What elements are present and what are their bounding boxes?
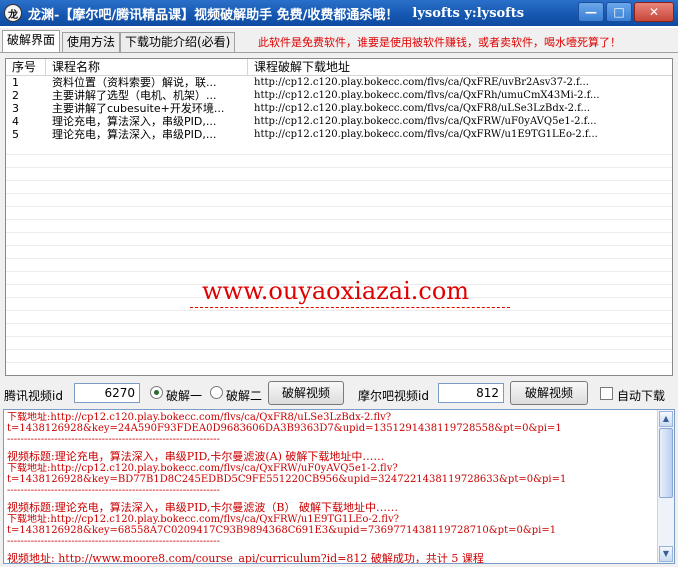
- table-grid: [6, 142, 672, 375]
- log-line: 视频标题:理论充电，算法深入，串级PID,卡尔曼滤波（B） 破解下载地址中……: [7, 502, 398, 514]
- log-line: t=1438126928&key=68558A7C0209417C93B9894…: [7, 525, 557, 536]
- moore-id-label: 摩尔吧视频id: [358, 389, 429, 403]
- tab-usage[interactable]: 使用方法: [62, 32, 121, 52]
- row-download-url: http://cp12.c120.play.bokecc.com/flvs/ca…: [254, 77, 589, 88]
- free-software-notice: 此软件是免费软件，谁要是使用被软件赚钱，或者卖软件，喝水噎死算了！: [258, 36, 621, 49]
- tab-crack[interactable]: 破解界面: [2, 30, 61, 52]
- log-output[interactable]: 下载地址:http://cp12.c120.play.bokecc.com/fl…: [3, 409, 675, 564]
- controls-row: 腾讯视频id 6270 破解一 破解二 破解视频 摩尔吧视频id 812 破解视…: [0, 379, 678, 407]
- log-line: t=1438126928&key=BD77B1D8C245EDBD5C9FE55…: [7, 474, 567, 485]
- maximize-button[interactable]: □: [606, 2, 632, 22]
- close-button[interactable]: ✕: [634, 2, 674, 22]
- log-line: 下载地址:http://cp12.c120.play.bokecc.com/fl…: [7, 514, 399, 525]
- row-course-name: 主要讲解了选型（电机、机架）...: [52, 89, 217, 102]
- row-index: 2: [12, 89, 19, 102]
- log-line: 下载地址:http://cp12.c120.play.bokecc.com/fl…: [7, 412, 392, 423]
- chevron-down-icon[interactable]: ▼: [659, 546, 673, 562]
- tencent-id-label: 腾讯视频id: [4, 389, 63, 403]
- row-index: 4: [12, 115, 19, 128]
- crack-tencent-button[interactable]: 破解视频: [268, 381, 344, 405]
- log-line: 下载地址:http://cp12.c120.play.bokecc.com/fl…: [7, 463, 398, 474]
- table-header: 序号 课程名称 课程破解下载地址: [6, 59, 672, 76]
- log-separator: ----------------------------------------…: [7, 434, 220, 445]
- crack-mode-1-radio[interactable]: [150, 386, 163, 399]
- log-text: 下载地址:http://cp12.c120.play.bokecc.com/fl…: [7, 412, 657, 564]
- auto-download-checkbox[interactable]: [600, 387, 613, 400]
- auto-download-label[interactable]: 自动下载: [617, 387, 665, 404]
- table-row[interactable]: 5 理论充电，算法深入，串级PID,... http://cp12.c120.p…: [6, 128, 672, 141]
- watermark-underline: [190, 307, 510, 308]
- row-index: 3: [12, 102, 19, 115]
- row-course-name: 理论充电，算法深入，串级PID,...: [52, 115, 217, 128]
- row-download-url: http://cp12.c120.play.bokecc.com/flvs/ca…: [254, 90, 600, 101]
- column-header-index[interactable]: 序号: [6, 59, 46, 75]
- log-line: 视频标题:理论充电，算法深入，串级PID,卡尔曼滤波(A) 破解下载地址中……: [7, 451, 385, 463]
- row-index: 5: [12, 128, 19, 141]
- row-download-url: http://cp12.c120.play.bokecc.com/flvs/ca…: [254, 103, 590, 114]
- row-course-name: 资料位置（资料索要）解说，联...: [52, 76, 217, 89]
- chevron-up-icon[interactable]: ▲: [659, 411, 673, 427]
- table-row[interactable]: 2 主要讲解了选型（电机、机架）... http://cp12.c120.pla…: [6, 89, 672, 102]
- crack-panel: 序号 课程名称 课程破解下载地址 1 资料位置（资料索要）解说，联... htt…: [0, 52, 678, 567]
- window-title-author: lysofts y:lysofts: [412, 5, 525, 21]
- log-line: t=1438126928&key=24A590F93FDEA0D9683606D…: [7, 423, 562, 434]
- row-course-name: 主要讲解了cubesuite+开发环境...: [52, 102, 225, 115]
- row-index: 1: [12, 76, 19, 89]
- log-separator: ----------------------------------------…: [7, 485, 220, 496]
- log-line: 视频地址: http://www.moore8.com/course_api/c…: [7, 553, 484, 564]
- minimize-button[interactable]: —: [578, 2, 604, 22]
- table-row[interactable]: 1 资料位置（资料索要）解说，联... http://cp12.c120.pla…: [6, 76, 672, 89]
- table-row[interactable]: 4 理论充电，算法深入，串级PID,... http://cp12.c120.p…: [6, 115, 672, 128]
- crack-mode-2-label[interactable]: 破解二: [226, 387, 262, 404]
- log-scrollbar[interactable]: ▲ ▼: [657, 410, 674, 563]
- tencent-id-input[interactable]: 6270: [74, 383, 140, 403]
- log-separator: ----------------------------------------…: [7, 536, 220, 547]
- watermark-text: www.ouyaoxiazai.com: [202, 277, 470, 305]
- row-course-name: 理论充电，算法深入，串级PID,...: [52, 128, 217, 141]
- crack-mode-1-label[interactable]: 破解一: [166, 387, 202, 404]
- row-download-url: http://cp12.c120.play.bokecc.com/flvs/ca…: [254, 129, 598, 140]
- course-table: 序号 课程名称 课程破解下载地址 1 资料位置（资料索要）解说，联... htt…: [5, 58, 673, 376]
- title-bar: 龙 龙渊-【摩尔吧/腾讯精品课】视频破解助手 免费/收费都通杀哦！ lysoft…: [0, 0, 678, 26]
- window-controls: — □ ✕: [578, 2, 674, 22]
- scrollbar-thumb[interactable]: [659, 428, 673, 498]
- moore-id-input[interactable]: 812: [438, 383, 504, 403]
- column-header-course-name[interactable]: 课程名称: [46, 59, 248, 75]
- tab-strip: 破解界面 使用方法 下载功能介绍(必看) 此软件是免费软件，谁要是使用被软件赚钱…: [0, 28, 678, 52]
- table-row[interactable]: 3 主要讲解了cubesuite+开发环境... http://cp12.c12…: [6, 102, 672, 115]
- tab-download-intro[interactable]: 下载功能介绍(必看): [120, 32, 236, 52]
- crack-mode-2-radio[interactable]: [210, 386, 223, 399]
- row-download-url: http://cp12.c120.play.bokecc.com/flvs/ca…: [254, 116, 597, 127]
- app-logo-icon: 龙: [4, 4, 22, 22]
- column-header-download-url[interactable]: 课程破解下载地址: [248, 59, 668, 75]
- crack-moore-button[interactable]: 破解视频: [510, 381, 588, 405]
- window-title: 龙渊-【摩尔吧/腾讯精品课】视频破解助手 免费/收费都通杀哦！: [28, 7, 399, 23]
